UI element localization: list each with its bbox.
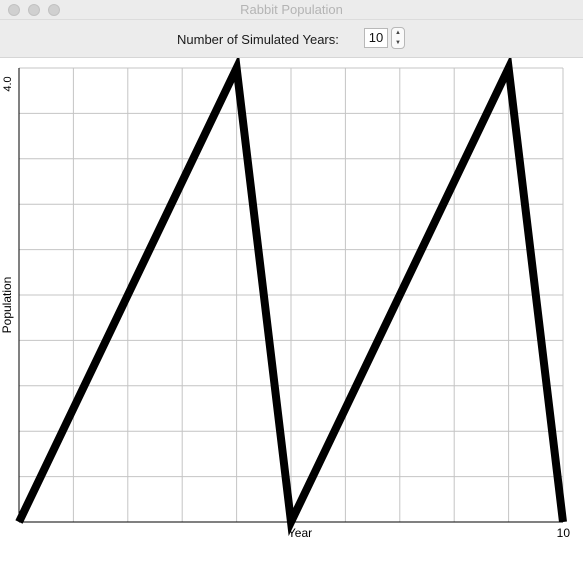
chart-svg: 4.0 Population Year 10 — [0, 53, 571, 540]
chevron-up-icon[interactable]: ▲ — [392, 28, 404, 38]
title-bar: Rabbit Population — [0, 0, 583, 20]
window-title: Rabbit Population — [240, 2, 343, 17]
simulated-years-label: Number of Simulated Years: — [177, 32, 339, 47]
y-axis-label: Population — [0, 277, 14, 334]
x-axis-label: Year — [288, 526, 312, 540]
y-max-tick-label: 4.0 — [2, 76, 14, 91]
population-chart: 4.0 Population Year 10 — [0, 53, 583, 582]
controls-bar: Number of Simulated Years: 10 ▲ ▼ — [0, 20, 583, 58]
app-window: Rabbit Population Number of Simulated Ye… — [0, 0, 583, 582]
chart-grid — [19, 67, 564, 522]
chevron-down-icon[interactable]: ▼ — [392, 38, 404, 48]
x-max-tick-label: 10 — [557, 526, 571, 540]
simulated-years-input[interactable]: 10 — [364, 28, 388, 48]
years-stepper[interactable]: ▲ ▼ — [391, 27, 405, 49]
